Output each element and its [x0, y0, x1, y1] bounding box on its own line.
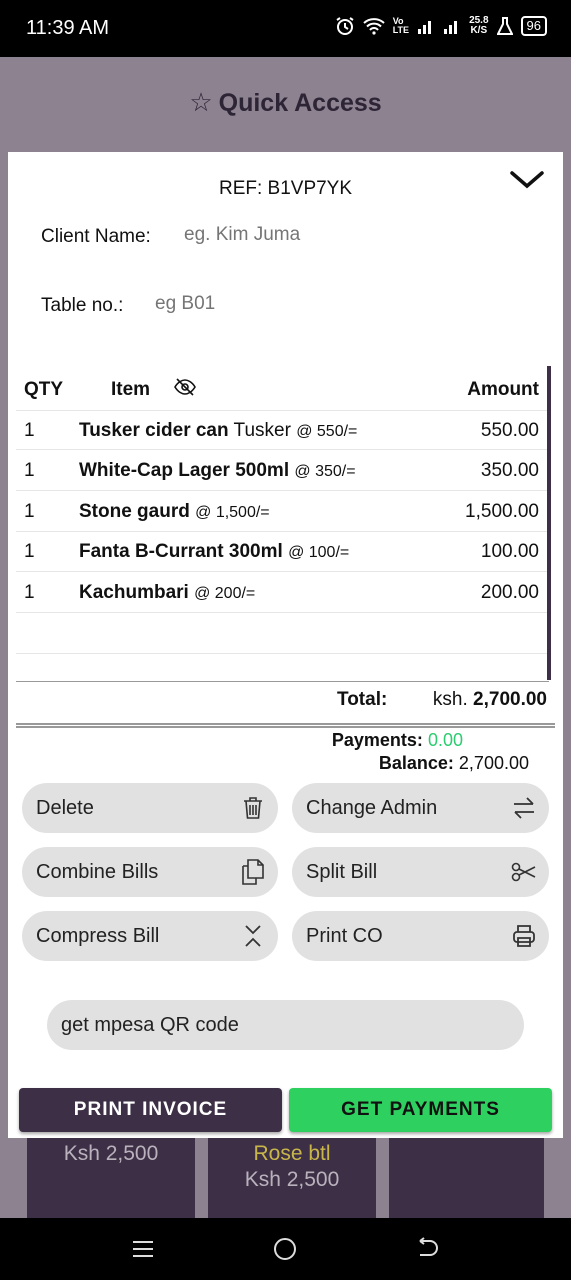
- bill-reference: REF: B1VP7YK: [218, 178, 353, 199]
- flask-icon: [496, 17, 513, 35]
- row-amount: 200.00: [480, 582, 539, 603]
- scissors-icon: [511, 862, 536, 882]
- eye-off-icon[interactable]: [174, 378, 196, 396]
- copy-documents-icon: [242, 859, 264, 885]
- row-item: White-Cap Lager 500ml @ 350/=: [79, 460, 356, 481]
- swap-icon: [514, 797, 534, 819]
- client-name-label: Client Name:: [41, 226, 151, 247]
- print-invoice-button[interactable]: PRINT INVOICE: [19, 1088, 282, 1132]
- delete-button-label: Delete: [36, 796, 94, 819]
- product-name: Rose btl: [253, 1142, 331, 1165]
- wifi-icon: [363, 18, 385, 35]
- product-tile[interactable]: [389, 1138, 544, 1218]
- table-row[interactable]: 1 Tusker cider can Tusker @ 550/= 550.00: [16, 410, 549, 450]
- row-amount: 550.00: [480, 420, 539, 441]
- change-admin-button-label: Change Admin: [306, 796, 438, 819]
- chevron-down-icon[interactable]: [509, 164, 545, 194]
- recents-icon[interactable]: [130, 1236, 156, 1262]
- row-amount: 350.00: [480, 460, 539, 481]
- network-speed: 25.8 K/S: [469, 15, 489, 36]
- table-no-input[interactable]: [155, 293, 455, 315]
- signal-icon-2: [444, 21, 458, 34]
- product-price: Ksh 2,500: [63, 1142, 159, 1165]
- client-name-input[interactable]: [184, 224, 484, 246]
- compress-bill-button-label: Compress Bill: [36, 924, 160, 947]
- trash-icon: [244, 797, 262, 819]
- divider-double: [16, 723, 555, 728]
- system-nav-bar: [0, 1218, 571, 1280]
- status-bar: 11:39 AM Vo LTE 25.8 K/S 96: [0, 0, 571, 57]
- row-item: Tusker cider can Tusker @ 550/=: [79, 420, 358, 441]
- back-icon[interactable]: [414, 1236, 440, 1262]
- delete-button[interactable]: Delete: [22, 783, 278, 833]
- combine-bills-button[interactable]: Combine Bills: [22, 847, 278, 897]
- table-row[interactable]: 1 Kachumbari @ 200/= 200.00: [16, 573, 549, 613]
- mpesa-qr-button[interactable]: get mpesa QR code: [47, 1000, 524, 1050]
- product-tile[interactable]: Ksh 2,500: [27, 1138, 195, 1218]
- product-price: Ksh 2,500: [244, 1168, 340, 1191]
- table-row[interactable]: 1 Stone gaurd @ 1,500/= 1,500.00: [16, 492, 549, 532]
- row-qty: 1: [24, 582, 35, 603]
- table-row[interactable]: 1 White-Cap Lager 500ml @ 350/= 350.00: [16, 451, 549, 491]
- row-item: Stone gaurd @ 1,500/=: [79, 501, 270, 522]
- volte-indicator: Vo LTE: [392, 16, 410, 35]
- compress-icon: [245, 925, 261, 947]
- column-item: Item: [111, 379, 151, 400]
- row-item: Fanta B-Currant 300ml @ 100/=: [79, 541, 350, 562]
- app-header: ☆ Quick Access: [0, 57, 571, 152]
- divider: [16, 681, 549, 682]
- combine-bills-button-label: Combine Bills: [36, 860, 159, 883]
- total-value: ksh. 2,700.00: [432, 689, 547, 710]
- split-bill-button-label: Split Bill: [306, 860, 378, 883]
- page-title: ☆ Quick Access: [189, 87, 382, 117]
- row-qty: 1: [24, 460, 35, 481]
- row-qty: 1: [24, 541, 35, 562]
- product-tile[interactable]: Rose btl Ksh 2,500: [208, 1138, 376, 1218]
- star-icon: ☆: [189, 87, 213, 117]
- compress-bill-button[interactable]: Compress Bill: [22, 911, 278, 961]
- change-admin-button[interactable]: Change Admin: [292, 783, 549, 833]
- table-no-label: Table no.:: [41, 295, 124, 316]
- table-header: QTY Item Amount: [16, 370, 549, 410]
- total-label: Total:: [337, 689, 388, 710]
- bill-modal: REF: B1VP7YK Client Name: Table no.: QTY…: [8, 152, 563, 1138]
- table-scrollbar[interactable]: [547, 366, 551, 680]
- row-qty: 1: [24, 501, 35, 522]
- balance-summary: Balance: 2,700.00: [378, 753, 529, 773]
- get-payments-button[interactable]: GET PAYMENTS: [289, 1088, 552, 1132]
- table-row-empty: [16, 614, 549, 654]
- column-qty: QTY: [24, 379, 64, 400]
- table-row[interactable]: 1 Fanta B-Currant 300ml @ 100/= 100.00: [16, 532, 549, 572]
- row-amount: 100.00: [480, 541, 539, 562]
- alarm-icon: [336, 17, 354, 35]
- home-icon[interactable]: [272, 1236, 298, 1262]
- status-time: 11:39 AM: [26, 17, 110, 39]
- column-amount: Amount: [467, 379, 539, 400]
- row-amount: 1,500.00: [465, 501, 539, 522]
- battery-indicator: 96: [520, 16, 547, 36]
- print-co-button-label: Print CO: [306, 924, 383, 947]
- row-item: Kachumbari @ 200/=: [79, 582, 256, 603]
- split-bill-button[interactable]: Split Bill: [292, 847, 549, 897]
- printer-icon: [513, 925, 535, 947]
- row-qty: 1: [24, 420, 35, 441]
- signal-icon: [418, 21, 432, 34]
- status-icons: Vo LTE 25.8 K/S 96: [335, 16, 547, 36]
- print-co-button[interactable]: Print CO: [292, 911, 549, 961]
- payments-summary: Payments: 0.00: [331, 730, 463, 750]
